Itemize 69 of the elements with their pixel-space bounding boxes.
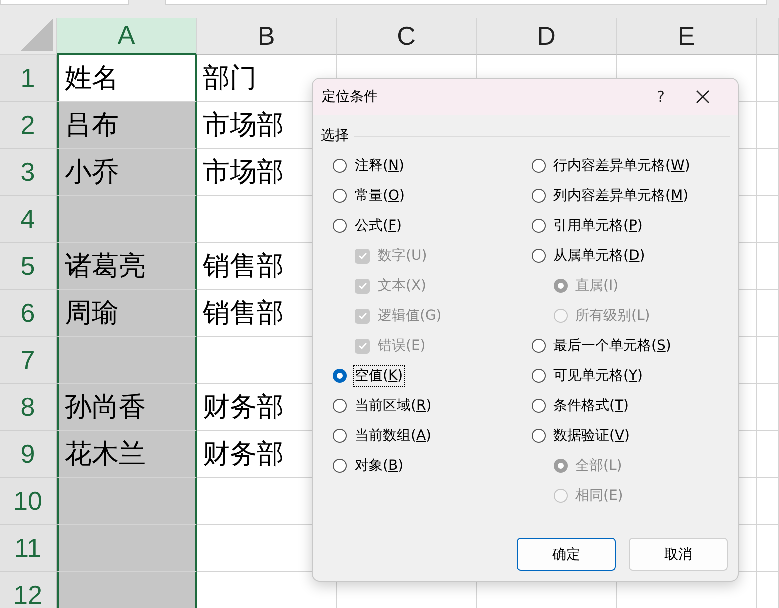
radio-button[interactable] bbox=[532, 339, 546, 353]
option-label[interactable]: 列内容差异单元格(M) bbox=[552, 185, 691, 207]
table-cell: 姓名 bbox=[57, 55, 197, 102]
table-cell bbox=[757, 384, 779, 431]
radio-button[interactable] bbox=[532, 189, 546, 203]
column-header[interactable]: E bbox=[617, 18, 757, 55]
radio-button[interactable] bbox=[333, 189, 347, 203]
radio-button[interactable] bbox=[532, 219, 546, 233]
option-label[interactable]: 注释(N) bbox=[353, 155, 406, 177]
option-label[interactable]: 数据验证(V) bbox=[552, 425, 632, 447]
table-cell bbox=[757, 243, 779, 290]
cancel-button[interactable]: 取消 bbox=[629, 538, 728, 571]
row-header[interactable]: 12 bbox=[0, 572, 57, 608]
option-label[interactable]: 行内容差异单元格(W) bbox=[552, 155, 692, 177]
radio-button[interactable] bbox=[532, 369, 546, 383]
close-icon bbox=[696, 90, 710, 104]
radio-button[interactable] bbox=[333, 459, 347, 473]
table-cell bbox=[757, 431, 779, 478]
row-header[interactable]: 4 bbox=[0, 196, 57, 243]
radio-button[interactable] bbox=[333, 369, 347, 383]
option-label[interactable]: 当前区域(R) bbox=[353, 395, 434, 417]
option-label[interactable]: 当前数组(A) bbox=[353, 425, 434, 447]
table-cell bbox=[757, 478, 779, 525]
ok-button[interactable]: 确定 bbox=[517, 538, 616, 571]
row-header[interactable]: 11 bbox=[0, 525, 57, 572]
table-cell: 孙尚香 bbox=[57, 384, 197, 431]
option-label[interactable]: 最后一个单元格(S) bbox=[552, 335, 674, 357]
column-header[interactable]: D bbox=[477, 18, 617, 55]
radio-button[interactable] bbox=[333, 429, 347, 443]
option-label[interactable]: 引用单元格(P) bbox=[552, 215, 645, 237]
radio-button[interactable] bbox=[333, 219, 347, 233]
table-cell bbox=[757, 55, 779, 102]
row-header[interactable]: 2 bbox=[0, 102, 57, 149]
row-header[interactable]: 1 bbox=[0, 55, 57, 102]
table-cell bbox=[757, 196, 779, 243]
option-label[interactable]: 从属单元格(D) bbox=[552, 245, 648, 267]
radio-button[interactable] bbox=[532, 249, 546, 263]
column-header[interactable]: A bbox=[57, 18, 197, 55]
table-cell: 小乔 bbox=[57, 149, 197, 196]
row-header[interactable]: 6 bbox=[0, 290, 57, 337]
table-cell bbox=[757, 290, 779, 337]
option-label[interactable]: 空值(K) bbox=[353, 365, 406, 387]
table-cell bbox=[757, 149, 779, 196]
option-label[interactable]: 条件格式(T) bbox=[552, 395, 631, 417]
table-cell bbox=[757, 337, 779, 384]
table-cell: 周瑜 bbox=[57, 290, 197, 337]
help-button[interactable]: ? bbox=[638, 79, 684, 115]
table-cell: 花木兰 bbox=[57, 431, 197, 478]
radio-button[interactable] bbox=[532, 429, 546, 443]
table-cell bbox=[757, 102, 779, 149]
row-header[interactable]: 9 bbox=[0, 431, 57, 478]
option-label[interactable]: 公式(F) bbox=[353, 215, 404, 237]
row-header[interactable]: 8 bbox=[0, 384, 57, 431]
row-header[interactable]: 3 bbox=[0, 149, 57, 196]
option-label[interactable]: 常量(O) bbox=[353, 185, 407, 207]
row-header[interactable]: 7 bbox=[0, 337, 57, 384]
option-label[interactable]: 对象(B) bbox=[353, 455, 406, 477]
column-header[interactable]: B bbox=[197, 18, 337, 55]
option-label[interactable]: 可见单元格(Y) bbox=[552, 365, 645, 387]
radio-button[interactable] bbox=[532, 159, 546, 173]
radio-button[interactable] bbox=[333, 159, 347, 173]
column-header[interactable]: C bbox=[337, 18, 477, 55]
row-header[interactable]: 5 bbox=[0, 243, 57, 290]
radio-button[interactable] bbox=[532, 399, 546, 413]
table-cell: 吕布 bbox=[57, 102, 197, 149]
table-cell: 诸葛亮 bbox=[57, 243, 197, 290]
table-cell bbox=[757, 525, 779, 572]
row-header[interactable]: 10 bbox=[0, 478, 57, 525]
radio-button[interactable] bbox=[333, 399, 347, 413]
